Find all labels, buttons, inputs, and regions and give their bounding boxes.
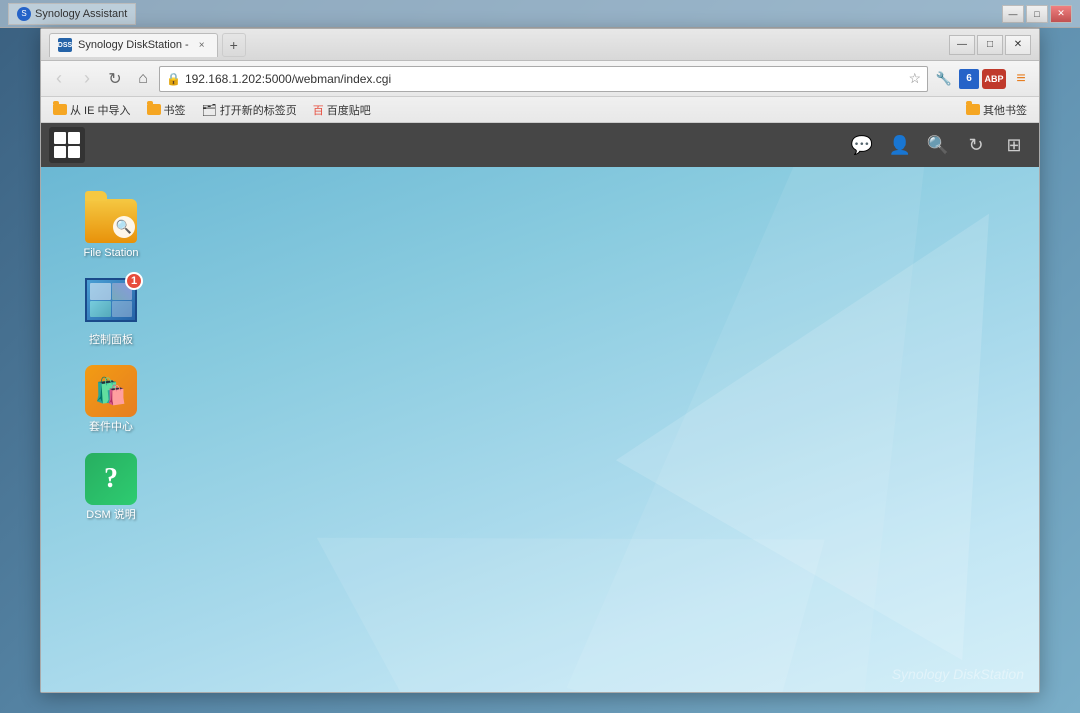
bookmark-ie-label: 从 IE 中导入 — [70, 102, 131, 118]
bookmark-item-ie[interactable]: 从 IE 中导入 — [49, 100, 135, 120]
refresh-button[interactable]: ↻ — [103, 67, 127, 91]
synology-assistant-label-text: Synology Assistant — [35, 8, 127, 20]
outer-window-controls: — □ ✕ — [1002, 5, 1072, 23]
outer-close-button[interactable]: ✕ — [1050, 5, 1072, 23]
logo-square-3 — [54, 146, 66, 158]
browser-close-button[interactable]: ✕ — [1005, 35, 1031, 55]
dsm-help-label: DSM 说明 — [86, 509, 136, 522]
logo-square-2 — [68, 132, 80, 144]
desktop-icons-container: 🔍 File Station 1 控制面 — [71, 187, 151, 526]
bookmark-star-icon[interactable]: ☆ — [908, 70, 921, 87]
bookmark-baidu-label: 百度贴吧 — [327, 102, 371, 118]
file-station-label: File Station — [83, 247, 138, 260]
browser-toolbar: ‹ › ↻ ⌂ 🔒 ☆ 🔧 6 ABP ≡ — [41, 61, 1039, 97]
dsm-topbar-icons: 💬 👤 🔍 ↻ ⊞ — [845, 128, 1031, 162]
tab-close-button[interactable]: × — [195, 38, 209, 52]
synology-assistant-icon: S — [17, 7, 31, 21]
desktop-icon-package-center[interactable]: 🛍️ 套件中心 — [71, 361, 151, 438]
dsm-content: 💬 👤 🔍 ↻ ⊞ — [41, 123, 1039, 692]
bookmark-item-bookmarks[interactable]: 书签 — [143, 100, 190, 120]
bookmarks-bar: 从 IE 中导入 书签 🗂 打开新的标签页 百 百度贴吧 其他书签 — [41, 97, 1039, 123]
desktop-icon-file-station[interactable]: 🔍 File Station — [71, 187, 151, 264]
file-station-icon-img: 🔍 — [85, 191, 137, 243]
tab-favicon: DSS — [58, 38, 72, 52]
control-panel-label: 控制面板 — [89, 334, 133, 347]
bookmark-baidu-icon: 百 — [313, 102, 324, 118]
home-button[interactable]: ⌂ — [131, 67, 155, 91]
desktop-icon-control-panel[interactable]: 1 控制面板 — [71, 274, 151, 351]
back-button[interactable]: ‹ — [47, 67, 71, 91]
dsm-grid-button[interactable]: ⊞ — [997, 128, 1031, 162]
outer-taskbar: S Synology Assistant — □ ✕ — [0, 0, 1080, 28]
package-icon-bg: 🛍️ — [85, 365, 137, 417]
forward-button[interactable]: › — [75, 67, 99, 91]
file-station-search-badge: 🔍 — [113, 216, 135, 238]
bookmark-others-label: 其他书签 — [983, 102, 1027, 118]
help-question-mark: ? — [104, 463, 118, 495]
dsm-desktop: 🔍 File Station 1 控制面 — [41, 167, 1039, 692]
browser-minimize-button[interactable]: — — [949, 35, 975, 55]
synology-assistant-taskbar[interactable]: S Synology Assistant — [8, 3, 136, 25]
bookmark-folder-icon-3 — [966, 104, 980, 115]
toolbar-right: 🔧 6 ABP ≡ — [932, 67, 1033, 91]
browser-window: DSS Synology DiskStation - × + — □ ✕ ‹ ›… — [40, 28, 1040, 693]
browser-tab-active[interactable]: DSS Synology DiskStation - × — [49, 33, 218, 57]
dsm-user-button[interactable]: 👤 — [883, 128, 917, 162]
dsm-search-button[interactable]: 🔍 — [921, 128, 955, 162]
help-icon-bg: ? — [85, 453, 137, 505]
package-center-label: 套件中心 — [89, 421, 133, 434]
outer-restore-button[interactable]: □ — [1026, 5, 1048, 23]
dsm-help-icon-img: ? — [85, 453, 137, 505]
new-tab-button[interactable]: + — [222, 33, 246, 57]
address-input[interactable] — [185, 72, 904, 86]
dsm-desktop-background — [41, 167, 1039, 692]
address-lock-icon: 🔒 — [166, 72, 181, 86]
bookmarks-right: 其他书签 — [962, 100, 1031, 120]
bookmark-item-others[interactable]: 其他书签 — [962, 100, 1031, 120]
bookmark-folder-icon — [53, 104, 67, 115]
outer-minimize-button[interactable]: — — [1002, 5, 1024, 23]
browser-restore-button[interactable]: □ — [977, 35, 1003, 55]
tools-icon-button[interactable]: 🔧 — [932, 67, 956, 91]
tab-title: Synology DiskStation - — [78, 39, 189, 51]
bookmark-bookmarks-label: 书签 — [164, 102, 186, 118]
dsm-topbar: 💬 👤 🔍 ↻ ⊞ — [41, 123, 1039, 167]
abp-button[interactable]: ABP — [982, 69, 1006, 89]
bookmark-item-baidu[interactable]: 百 百度贴吧 — [309, 100, 375, 120]
dsm-logo-button[interactable] — [49, 127, 85, 163]
bookmark-newtab-label: 打开新的标签页 — [220, 102, 297, 118]
browser-titlebar: DSS Synology DiskStation - × + — □ ✕ — [41, 29, 1039, 61]
control-panel-notification-badge: 1 — [125, 272, 143, 290]
dsm-chat-button[interactable]: 💬 — [845, 128, 879, 162]
browser-window-controls: — □ ✕ — [949, 35, 1031, 55]
logo-square-1 — [54, 132, 66, 144]
control-panel-icon-img: 1 — [85, 278, 137, 330]
menu-button[interactable]: ≡ — [1009, 67, 1033, 91]
bookmark-item-newtab[interactable]: 🗂 打开新的标签页 — [198, 100, 301, 120]
dsm-watermark: Synology DiskStation — [892, 666, 1024, 682]
folder-tab — [85, 191, 107, 201]
address-bar-container: 🔒 ☆ — [159, 66, 928, 92]
package-center-icon-img: 🛍️ — [85, 365, 137, 417]
package-bag-icon: 🛍️ — [95, 376, 127, 407]
bookmark-newtab-icon: 🗂 — [202, 103, 217, 117]
bookmark-folder-icon-2 — [147, 104, 161, 115]
logo-square-4 — [68, 146, 80, 158]
dsm-refresh-button[interactable]: ↻ — [959, 128, 993, 162]
desktop-icon-dsm-help[interactable]: ? DSM 说明 — [71, 449, 151, 526]
num6-button[interactable]: 6 — [959, 69, 979, 89]
